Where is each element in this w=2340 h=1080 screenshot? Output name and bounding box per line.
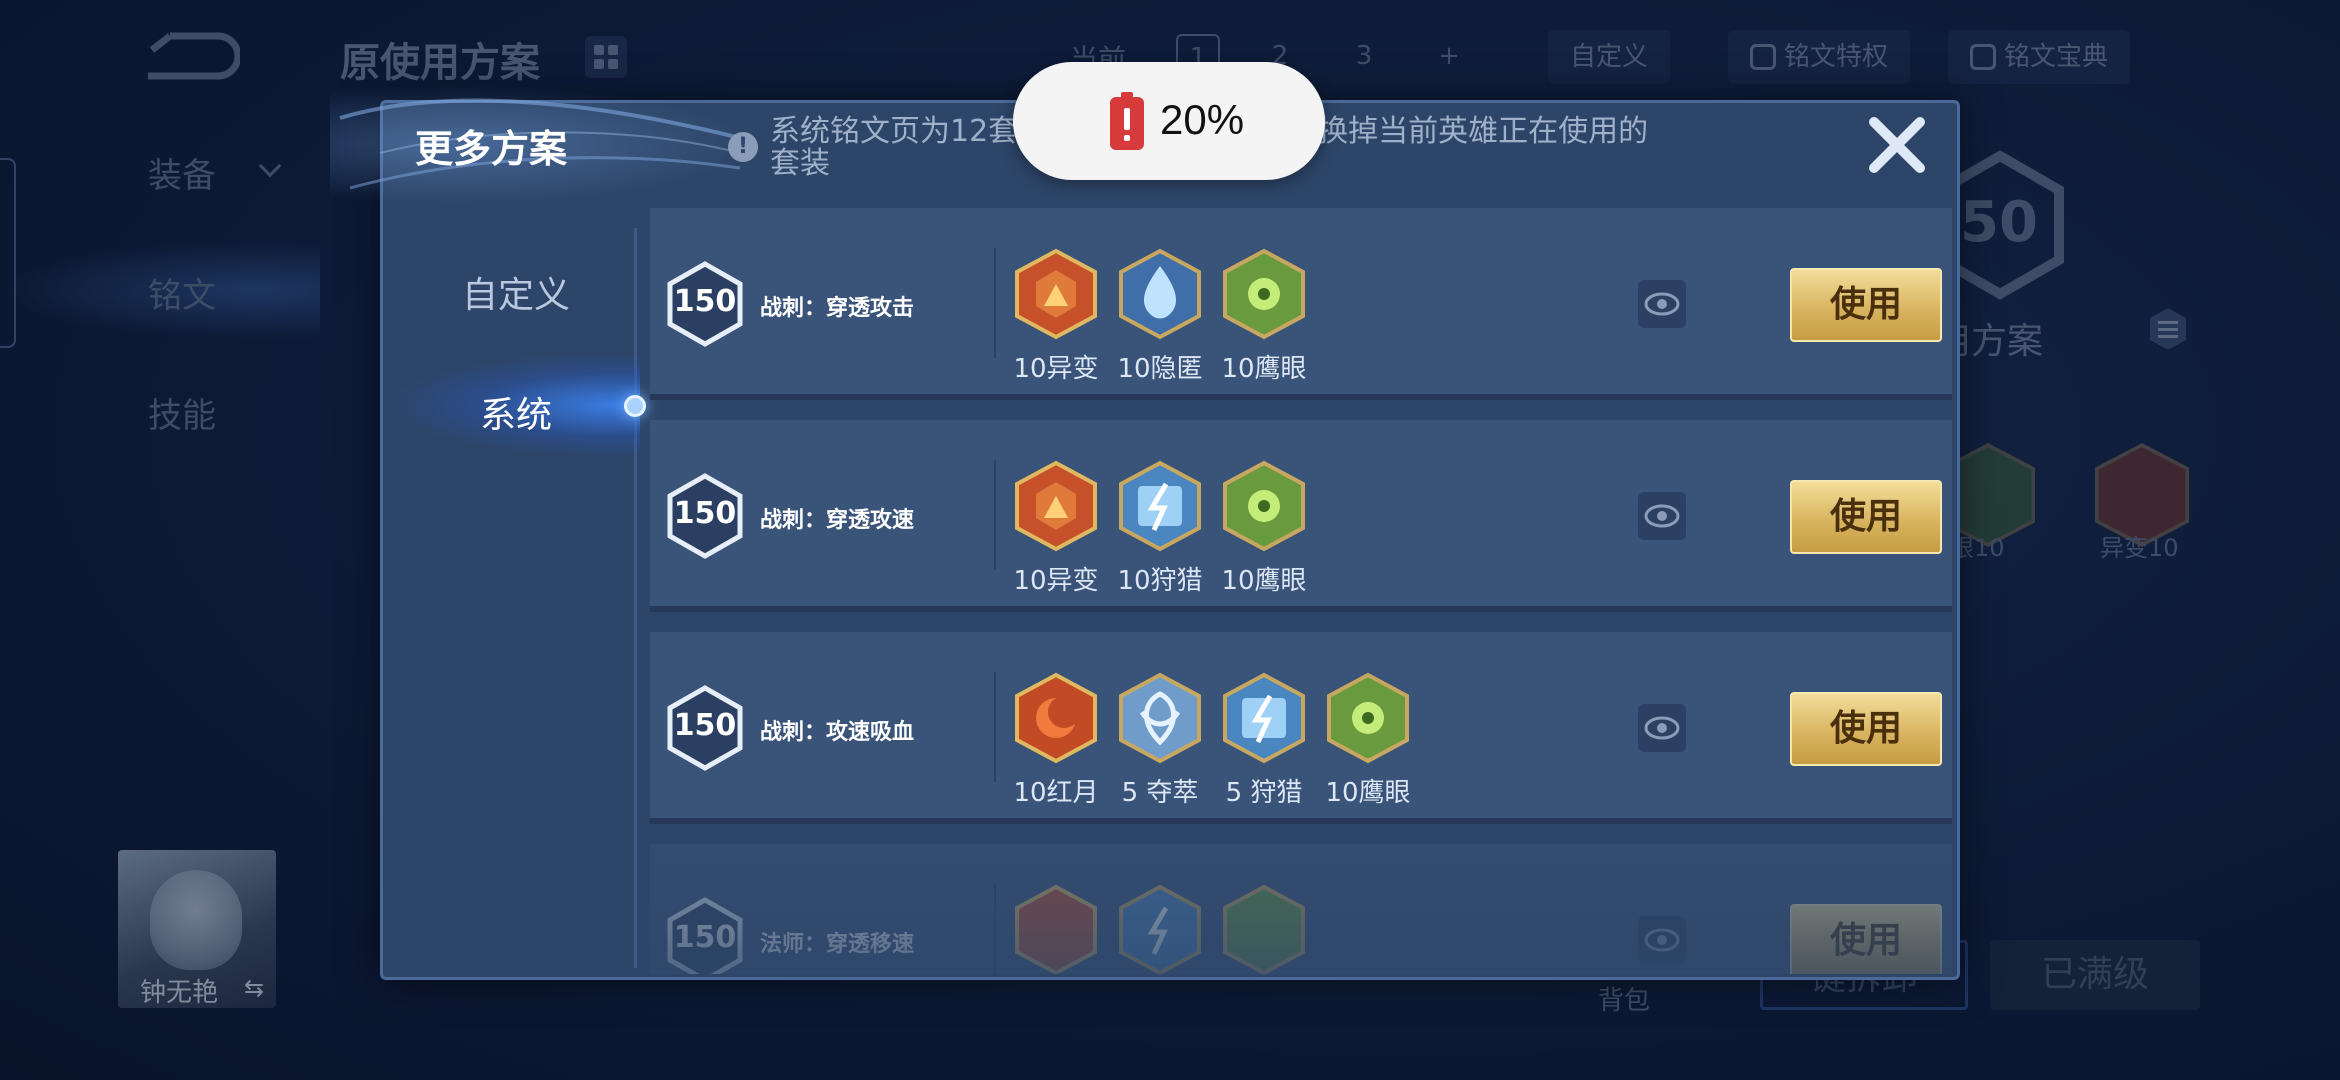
rune-red-icon bbox=[1015, 884, 1097, 974]
privilege-label: 铭文特权 bbox=[1784, 42, 1889, 72]
sidebar-item-equipment[interactable]: 装备 bbox=[148, 148, 216, 197]
scheme-row: 150 战刺：穿透攻速 10异变 10狩猎 10鹰眼 使用 bbox=[650, 420, 1952, 612]
grid-icon[interactable] bbox=[585, 36, 627, 78]
rune-blue-hunter-icon bbox=[1119, 460, 1201, 552]
rune-blue-hunter-icon bbox=[1119, 884, 1201, 974]
tab-custom[interactable]: 自定义 bbox=[462, 266, 570, 318]
add-page-button[interactable]: + bbox=[1427, 34, 1471, 78]
rune-green-hawkeye-icon bbox=[1327, 672, 1409, 764]
rune-green-icon bbox=[1223, 884, 1305, 974]
use-button[interactable]: 使用 bbox=[1790, 692, 1942, 766]
rune-label: 10红月 bbox=[1013, 778, 1099, 808]
scheme-level: 150 bbox=[673, 708, 737, 743]
close-icon[interactable] bbox=[1862, 110, 1932, 180]
hero-portrait bbox=[150, 870, 242, 970]
guide-button[interactable]: 铭文宝典 bbox=[1948, 30, 2131, 84]
bg-rune-label-2: 异变10 bbox=[2100, 534, 2179, 562]
preview-eye-icon[interactable] bbox=[1638, 916, 1686, 964]
swap-icon[interactable]: ⇆ bbox=[244, 974, 264, 1002]
level-number: 50 bbox=[1960, 190, 2038, 255]
rune-red-mutation-icon bbox=[1015, 460, 1097, 552]
rune-label: 10异变 bbox=[1013, 354, 1099, 384]
page-tab-3[interactable]: 3 bbox=[1342, 34, 1386, 78]
rune-label: 5 狩猎 bbox=[1225, 778, 1303, 808]
rune-red-moon-icon bbox=[1015, 672, 1097, 764]
scheme-list[interactable]: 150 战刺：穿透攻击 10异变 10隐匿 10鹰眼 使用 150 战刺：穿透攻… bbox=[650, 208, 1952, 974]
max-level-button: 已满级 bbox=[1990, 940, 2200, 1010]
rune-green-hawkeye-icon bbox=[1223, 460, 1305, 552]
scheme-level: 150 bbox=[673, 496, 737, 531]
rune-blue-stealth-icon bbox=[1119, 248, 1201, 340]
info-icon: ! bbox=[728, 132, 758, 162]
scheme-name: 战刺：穿透攻速 bbox=[760, 508, 915, 533]
privilege-icon bbox=[1750, 44, 1776, 70]
rune-label: 10鹰眼 bbox=[1325, 778, 1411, 808]
scheme-level: 150 bbox=[673, 284, 737, 319]
scheme-row: 150 战刺：穿透攻击 10异变 10隐匿 10鹰眼 使用 bbox=[650, 208, 1952, 400]
rune-blue-hunter-icon bbox=[1223, 672, 1305, 764]
use-button[interactable]: 使用 bbox=[1790, 480, 1942, 554]
row-divider bbox=[994, 460, 996, 570]
preview-eye-icon[interactable] bbox=[1638, 280, 1686, 328]
privilege-button[interactable]: 铭文特权 bbox=[1728, 30, 1911, 84]
row-divider bbox=[994, 248, 996, 358]
preview-eye-icon[interactable] bbox=[1638, 704, 1686, 752]
scheme-row: 150 战刺：攻速吸血 10红月 5 夺萃 5 狩猎 10鹰眼 使用 bbox=[650, 632, 1952, 824]
use-button[interactable]: 使用 bbox=[1790, 268, 1942, 342]
row-divider bbox=[994, 672, 996, 782]
rune-green-hawkeye-icon bbox=[1223, 248, 1305, 340]
rune-blue-seize-icon bbox=[1119, 672, 1201, 764]
tab-divider bbox=[634, 228, 637, 968]
scheme-row: 150 法师：穿透移速 使用 bbox=[650, 844, 1952, 974]
rune-label: 10鹰眼 bbox=[1221, 354, 1307, 384]
scheme-name: 战刺：攻速吸血 bbox=[760, 720, 915, 745]
battery-percentage: 20% bbox=[1160, 96, 1245, 143]
rune-label: 10狩猎 bbox=[1117, 566, 1203, 596]
scheme-name: 战刺：穿透攻击 bbox=[760, 296, 915, 321]
scheme-level: 150 bbox=[673, 920, 737, 955]
bag-label[interactable]: 背包 bbox=[1598, 980, 1650, 1017]
hero-name: 钟无艳 bbox=[140, 978, 219, 1008]
rune-label: 5 夺萃 bbox=[1121, 778, 1199, 808]
sidebar-item-inscription[interactable]: 铭文 bbox=[148, 268, 216, 317]
rune-red-mutation-icon bbox=[1015, 248, 1097, 340]
use-button[interactable]: 使用 bbox=[1790, 904, 1942, 974]
rune-label: 10异变 bbox=[1013, 566, 1099, 596]
tab-system[interactable]: 系统 bbox=[480, 386, 552, 438]
menu-icon[interactable] bbox=[2148, 306, 2188, 352]
battery-low-icon bbox=[1110, 92, 1144, 150]
row-divider bbox=[994, 884, 996, 974]
preview-eye-icon[interactable] bbox=[1638, 492, 1686, 540]
chevron-down-icon bbox=[258, 154, 282, 178]
scheme-name: 法师：穿透移速 bbox=[760, 932, 915, 957]
book-icon bbox=[1970, 44, 1996, 70]
sidebar-item-skills[interactable]: 技能 bbox=[148, 388, 216, 437]
rune-label: 10隐匿 bbox=[1117, 354, 1203, 384]
rune-label: 10鹰眼 bbox=[1221, 566, 1307, 596]
guide-label: 铭文宝典 bbox=[2004, 42, 2109, 72]
modal-title: 更多方案 bbox=[415, 127, 568, 171]
active-tab-indicator bbox=[624, 395, 646, 417]
custom-button[interactable]: 自定义 bbox=[1548, 30, 1671, 84]
back-arrow-icon[interactable] bbox=[140, 28, 240, 84]
